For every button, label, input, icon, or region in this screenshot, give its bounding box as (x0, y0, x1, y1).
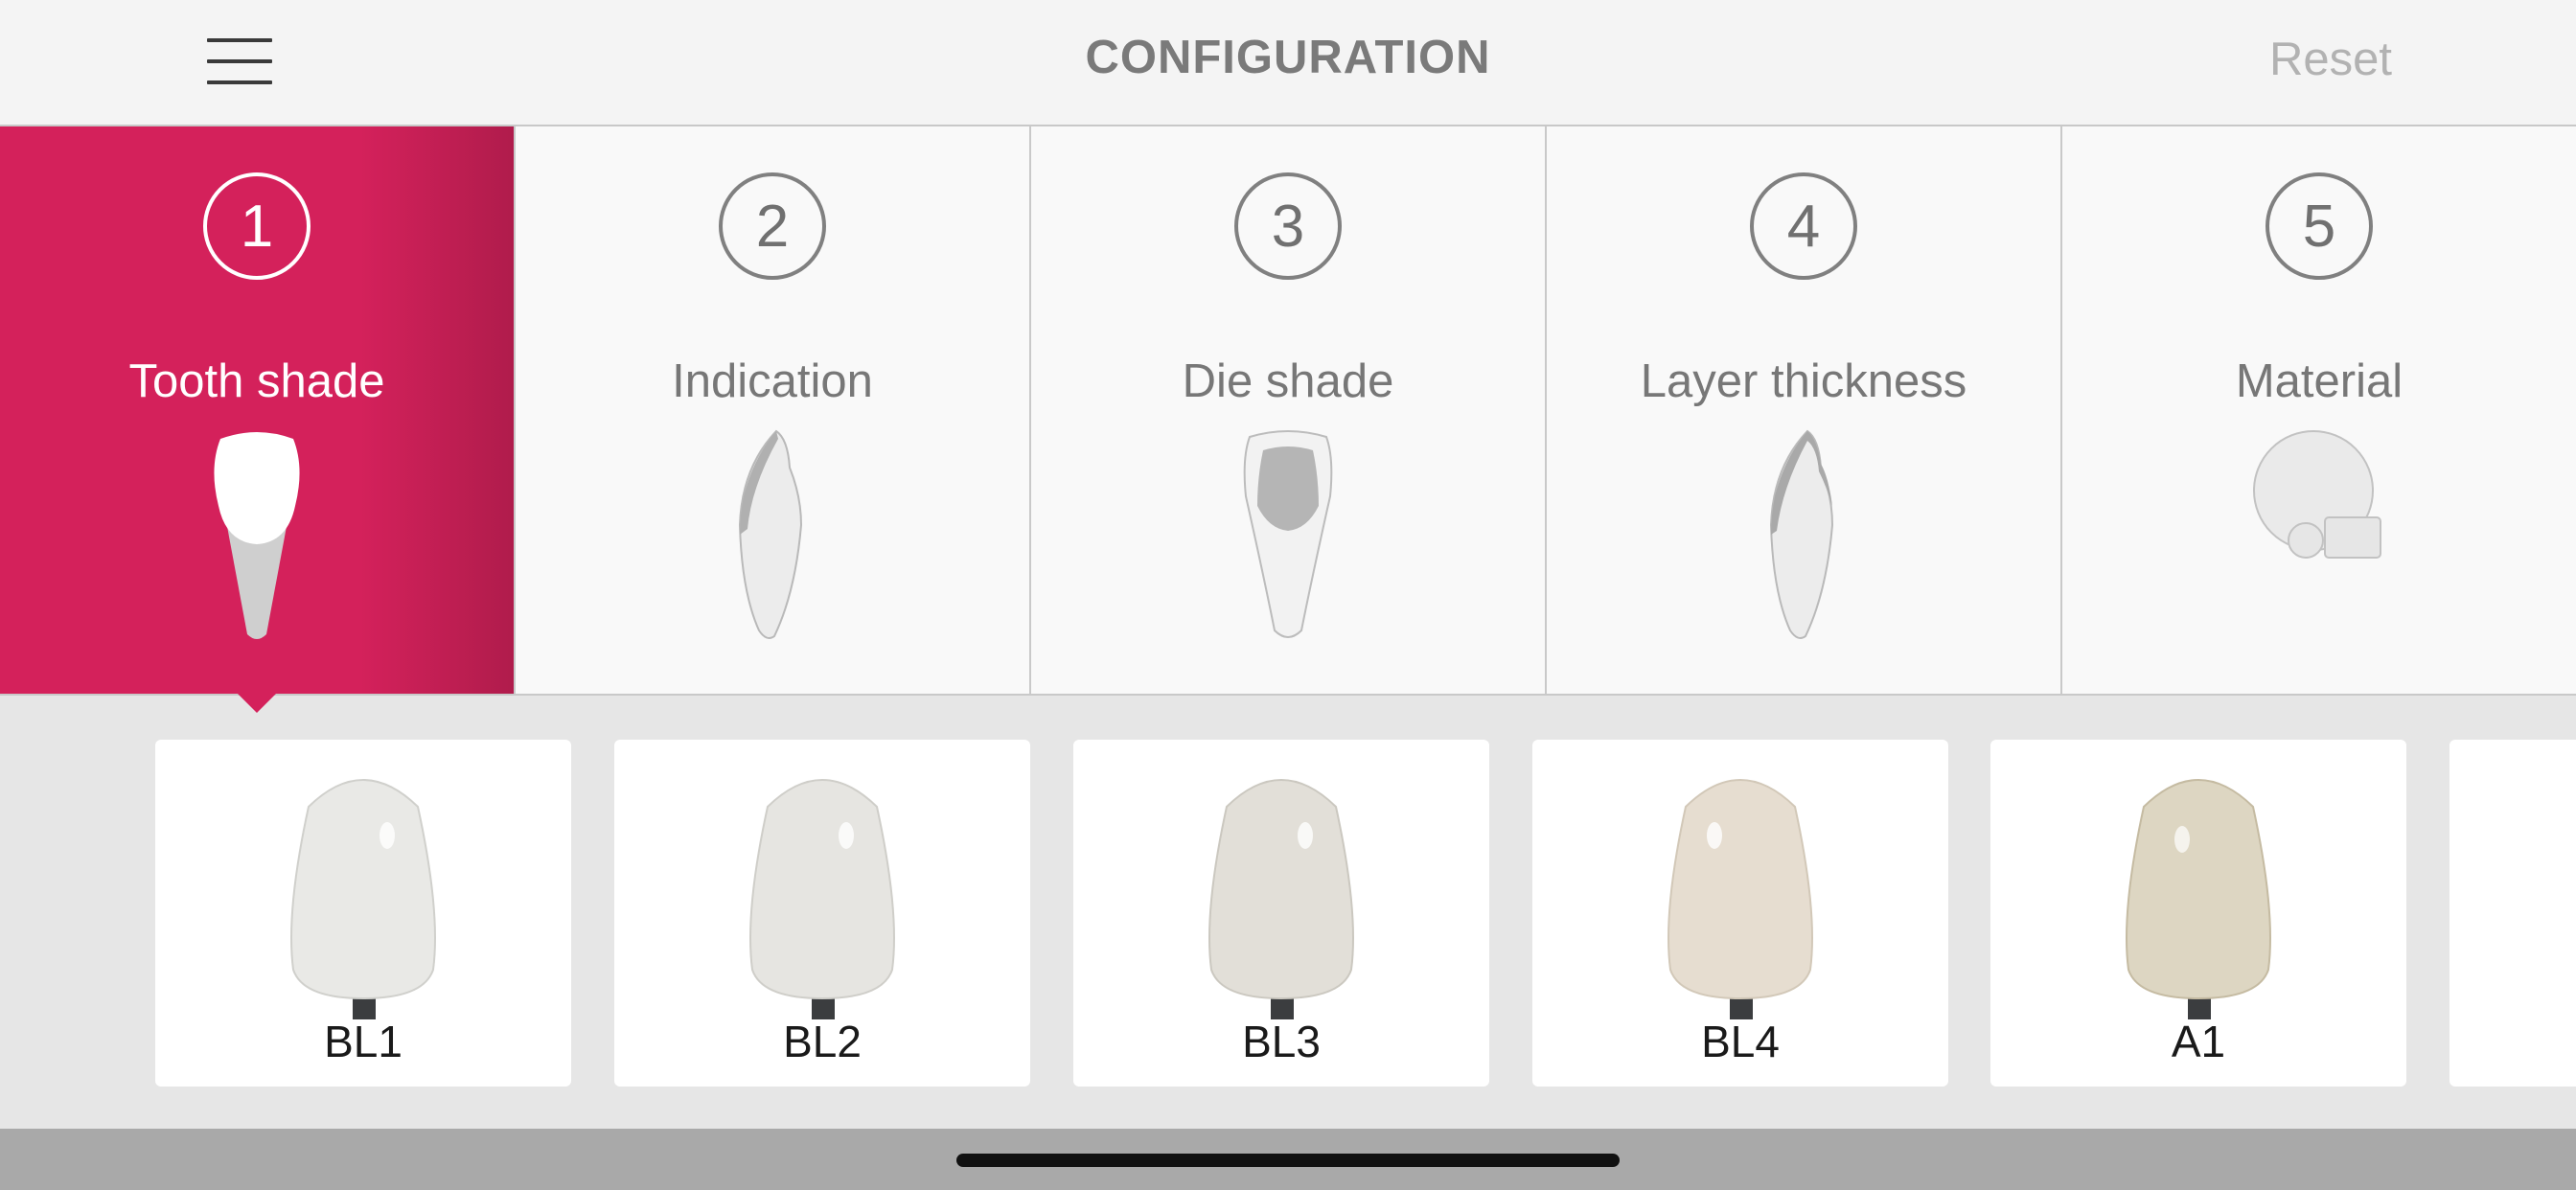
tooth-sample-icon (290, 779, 436, 1019)
tooth-sample-icon (749, 779, 895, 1019)
step-material[interactable]: 5 Material (2062, 126, 2576, 696)
tooth-sample-fill (749, 779, 895, 1000)
tooth-sample-icon (1208, 779, 1354, 1019)
tooth-sample-icon (2126, 779, 2271, 1019)
step-number-badge: 2 (719, 172, 826, 280)
step-label: Die shade (1182, 355, 1394, 407)
step-label: Layer thickness (1640, 355, 1967, 407)
shade-label: BL2 (783, 1017, 862, 1066)
step-label: Tooth shade (128, 355, 385, 407)
shade-card-bl1[interactable]: BL1 (155, 740, 571, 1087)
step-number-badge: 3 (1234, 172, 1342, 280)
tooth-shade-list: BL1 BL2 BL3 BL4 A1 (0, 696, 2576, 1129)
shade-card-bl4[interactable]: BL4 (1532, 740, 1948, 1087)
tooth-sample-fill (1668, 779, 1813, 1000)
tooth-sample-fill (1208, 779, 1354, 1000)
material-icon (2252, 429, 2386, 587)
page-title: CONFIGURATION (1085, 32, 1491, 83)
shade-card-bl3[interactable]: BL3 (1073, 740, 1489, 1087)
reset-button[interactable]: Reset (2269, 33, 2392, 86)
die-shade-icon (1230, 429, 1346, 651)
step-number-badge: 4 (1750, 172, 1857, 280)
step-indication[interactable]: 2 Indication (516, 126, 1031, 696)
tooth-shade-icon (199, 429, 314, 651)
step-tooth-shade[interactable]: 1 Tooth shade (0, 126, 516, 696)
step-die-shade[interactable]: 3 Die shade (1031, 126, 1547, 696)
step-layer-thickness[interactable]: 4 Layer thickness (1547, 126, 2062, 696)
tooth-sample-icon (1668, 779, 1813, 1019)
shade-label: BL4 (1701, 1017, 1780, 1066)
shade-card-partial[interactable] (2450, 740, 2576, 1087)
shade-label: BL3 (1242, 1017, 1321, 1066)
home-indicator[interactable] (956, 1154, 1620, 1167)
layer-thickness-icon (1756, 429, 1852, 651)
indication-icon (724, 429, 820, 651)
tooth-sample-fill (290, 779, 436, 1000)
top-bar: CONFIGURATION Reset (0, 0, 2576, 126)
configuration-steps: 1 Tooth shade 2 Indication 3 Die shade 4… (0, 126, 2576, 696)
step-number-badge: 1 (203, 172, 310, 280)
shade-card-a1[interactable]: A1 (1990, 740, 2406, 1087)
shade-card-bl2[interactable]: BL2 (614, 740, 1030, 1087)
step-number-badge: 5 (2266, 172, 2373, 280)
shade-label: BL1 (324, 1017, 402, 1066)
step-label: Indication (672, 355, 873, 407)
step-label: Material (2235, 355, 2404, 407)
shade-label: A1 (2171, 1017, 2226, 1066)
tooth-sample-fill (2126, 779, 2271, 1000)
